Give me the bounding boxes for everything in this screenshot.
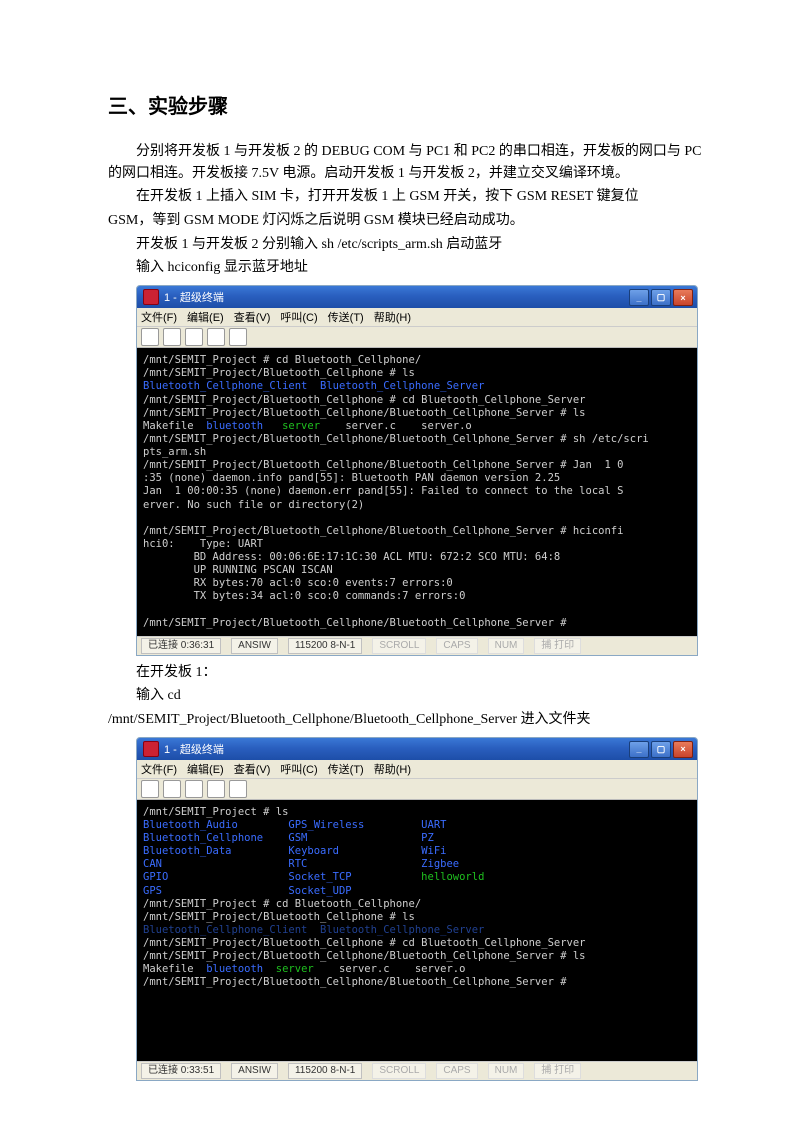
para-6: 输入 cd: [108, 685, 710, 707]
status-mode: ANSIW: [231, 1063, 278, 1079]
minimize-button[interactable]: _: [629, 741, 649, 758]
menu-call[interactable]: 呼叫(C): [280, 761, 317, 777]
console-output: /mnt/SEMIT_Project # cd Bluetooth_Cellph…: [137, 348, 697, 636]
menu-help[interactable]: 帮助(H): [374, 761, 411, 777]
maximize-button[interactable]: ▢: [651, 741, 671, 758]
close-button[interactable]: ×: [673, 289, 693, 306]
toolbar: [137, 327, 697, 348]
status-baud: 115200 8-N-1: [288, 638, 362, 654]
toolbar-btn[interactable]: [185, 328, 203, 346]
titlebar[interactable]: 1 - 超级终端 _ ▢ ×: [137, 286, 697, 308]
para-2b: GSM，等到 GSM MODE 灯闪烁之后说明 GSM 模块已经启动成功。: [108, 210, 710, 232]
toolbar-btn[interactable]: [207, 328, 225, 346]
status-num: NUM: [488, 1063, 525, 1079]
menu-edit[interactable]: 编辑(E): [187, 761, 224, 777]
toolbar-btn[interactable]: [141, 780, 159, 798]
menu-transfer[interactable]: 传送(T): [328, 761, 364, 777]
terminal-window-1: 1 - 超级终端 _ ▢ × 文件(F) 编辑(E) 查看(V) 呼叫(C) 传…: [136, 285, 698, 656]
toolbar-btn[interactable]: [229, 328, 247, 346]
para-4: 输入 hciconfig 显示蓝牙地址: [108, 257, 710, 279]
menu-transfer[interactable]: 传送(T): [328, 309, 364, 325]
app-icon: [143, 741, 159, 757]
status-caps: CAPS: [436, 1063, 477, 1079]
section-heading: 三、实验步骤: [108, 90, 710, 119]
menubar[interactable]: 文件(F) 编辑(E) 查看(V) 呼叫(C) 传送(T) 帮助(H): [137, 760, 697, 779]
status-mode: ANSIW: [231, 638, 278, 654]
menu-call[interactable]: 呼叫(C): [280, 309, 317, 325]
console-output: /mnt/SEMIT_Project # ls Bluetooth_Audio …: [137, 800, 697, 1061]
status-connected: 已连接 0:36:31: [141, 638, 221, 654]
minimize-button[interactable]: _: [629, 289, 649, 306]
maximize-button[interactable]: ▢: [651, 289, 671, 306]
statusbar: 已连接 0:33:51 ANSIW 115200 8-N-1 SCROLL CA…: [137, 1061, 697, 1080]
toolbar-btn[interactable]: [207, 780, 225, 798]
window-title: 1 - 超级终端: [164, 741, 224, 757]
close-button[interactable]: ×: [673, 741, 693, 758]
window-title: 1 - 超级终端: [164, 289, 224, 305]
status-baud: 115200 8-N-1: [288, 1063, 362, 1079]
statusbar: 已连接 0:36:31 ANSIW 115200 8-N-1 SCROLL CA…: [137, 636, 697, 655]
toolbar-btn[interactable]: [229, 780, 247, 798]
status-connected: 已连接 0:33:51: [141, 1063, 221, 1079]
menu-view[interactable]: 查看(V): [234, 761, 271, 777]
status-scroll: SCROLL: [372, 638, 426, 654]
menu-edit[interactable]: 编辑(E): [187, 309, 224, 325]
para-1: 分别将开发板 1 与开发板 2 的 DEBUG COM 与 PC1 和 PC2 …: [108, 141, 710, 184]
status-caps: CAPS: [436, 638, 477, 654]
toolbar-btn[interactable]: [185, 780, 203, 798]
toolbar-btn[interactable]: [163, 328, 181, 346]
status-hol: 捕 打印: [534, 1063, 581, 1079]
status-scroll: SCROLL: [372, 1063, 426, 1079]
menu-file[interactable]: 文件(F): [141, 309, 177, 325]
app-icon: [143, 289, 159, 305]
menubar[interactable]: 文件(F) 编辑(E) 查看(V) 呼叫(C) 传送(T) 帮助(H): [137, 308, 697, 327]
toolbar: [137, 779, 697, 800]
para-7: /mnt/SEMIT_Project/Bluetooth_Cellphone/B…: [108, 709, 710, 731]
status-hol: 捕 打印: [534, 638, 581, 654]
titlebar[interactable]: 1 - 超级终端 _ ▢ ×: [137, 738, 697, 760]
menu-view[interactable]: 查看(V): [234, 309, 271, 325]
status-num: NUM: [488, 638, 525, 654]
toolbar-btn[interactable]: [163, 780, 181, 798]
terminal-window-2: 1 - 超级终端 _ ▢ × 文件(F) 编辑(E) 查看(V) 呼叫(C) 传…: [136, 737, 698, 1081]
toolbar-btn[interactable]: [141, 328, 159, 346]
para-2a: 在开发板 1 上插入 SIM 卡，打开开发板 1 上 GSM 开关，按下 GSM…: [108, 186, 710, 208]
menu-file[interactable]: 文件(F): [141, 761, 177, 777]
menu-help[interactable]: 帮助(H): [374, 309, 411, 325]
para-5: 在开发板 1：: [108, 662, 710, 684]
para-3: 开发板 1 与开发板 2 分别输入 sh /etc/scripts_arm.sh…: [108, 234, 710, 256]
